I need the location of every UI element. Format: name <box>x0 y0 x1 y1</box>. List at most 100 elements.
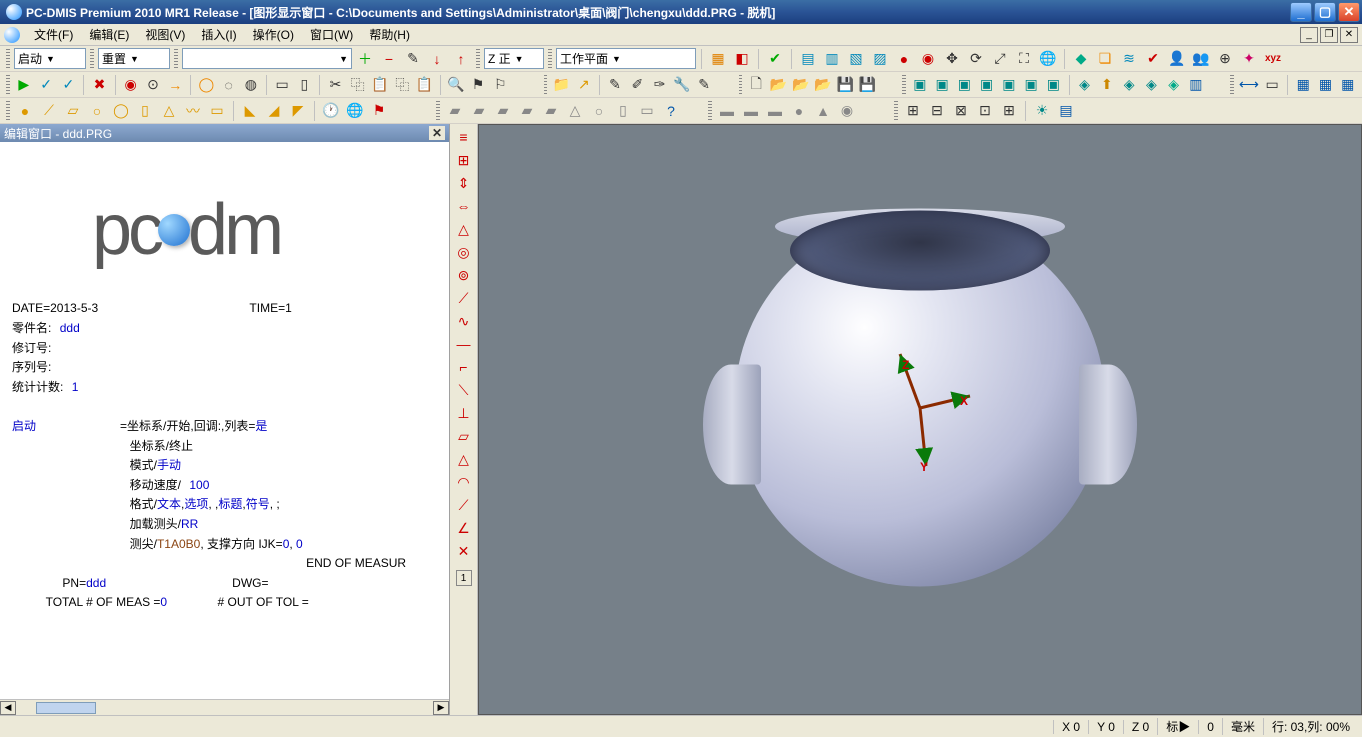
ok2-icon[interactable]: ✓ <box>58 74 78 96</box>
iso2-icon[interactable]: ◈ <box>1119 74 1139 96</box>
box6-icon[interactable]: ▣ <box>1021 74 1041 96</box>
gray-box2-icon[interactable]: ▬ <box>740 100 762 122</box>
feat-cone-icon[interactable]: △ <box>158 100 180 122</box>
view3-icon[interactable]: ▨ <box>869 48 891 70</box>
geom-box-icon[interactable]: ▭ <box>636 100 658 122</box>
view1-icon[interactable]: ▥ <box>821 48 843 70</box>
vtool-arc[interactable]: ◠ <box>453 471 475 493</box>
vtool-perp[interactable]: ⊥ <box>453 402 475 424</box>
check2-icon[interactable]: ✔ <box>1142 48 1164 70</box>
edit-body[interactable]: pcdmDATE=2013-5-3 TIME=1 零件名: ddd 修订号: 序… <box>0 142 449 699</box>
box4-icon[interactable]: ▣ <box>976 74 996 96</box>
clock-icon[interactable]: 🕐 <box>320 100 342 122</box>
geom1-icon[interactable]: ▰ <box>444 100 466 122</box>
aln1-icon[interactable]: ⊞ <box>902 100 924 122</box>
play-icon[interactable]: ▶ <box>14 74 34 96</box>
box5-icon[interactable]: ▣ <box>999 74 1019 96</box>
mdi-close[interactable]: ✕ <box>1340 27 1358 43</box>
aln4-icon[interactable]: ⊡ <box>974 100 996 122</box>
record-icon[interactable]: ◉ <box>917 48 939 70</box>
menu-insert[interactable]: 插入(I) <box>193 24 244 45</box>
open2-icon[interactable]: 📂 <box>791 74 811 96</box>
vtool-line2[interactable]: ∿ <box>453 310 475 332</box>
measure-icon[interactable]: ✦ <box>1238 48 1260 70</box>
feat-sphere-icon[interactable]: ◯ <box>110 100 132 122</box>
globe-icon[interactable]: 🌐 <box>1037 48 1059 70</box>
plus-icon[interactable]: ＋ <box>354 48 376 70</box>
dim-icon[interactable]: ⟷ <box>1238 74 1260 96</box>
copy2-icon[interactable]: ⿻ <box>392 74 412 96</box>
feat-line-icon[interactable]: ⟋ <box>38 100 60 122</box>
iso1-icon[interactable]: ◈ <box>1074 74 1094 96</box>
geom-circle-icon[interactable]: ○ <box>588 100 610 122</box>
grip[interactable] <box>6 49 10 69</box>
tool4-icon[interactable]: 🔧 <box>672 74 692 96</box>
box2-icon[interactable]: ▣ <box>932 74 952 96</box>
menu-edit[interactable]: 编辑(E) <box>81 24 137 45</box>
swatch-icon[interactable]: ◧ <box>731 48 753 70</box>
menu-help[interactable]: 帮助(H) <box>361 24 418 45</box>
tool3-icon[interactable]: ✑ <box>649 74 669 96</box>
find-icon[interactable]: 🔍 <box>446 74 466 96</box>
vtool-1[interactable]: ≡ <box>453 126 475 148</box>
rect-icon[interactable]: ▭ <box>1262 74 1282 96</box>
grid-icon[interactable]: ▤ <box>797 48 819 70</box>
win3-icon[interactable]: ▦ <box>1338 74 1358 96</box>
vtool-diag[interactable]: ⟍ <box>453 379 475 401</box>
note-icon[interactable]: ▭ <box>272 74 292 96</box>
maximize-button[interactable]: ▢ <box>1314 2 1336 22</box>
geom2-icon[interactable]: ▰ <box>468 100 490 122</box>
combo-z[interactable]: Z 正▼ <box>484 48 544 69</box>
vtool-target[interactable]: ◎ <box>453 241 475 263</box>
folder-icon[interactable]: 📁 <box>551 74 571 96</box>
vtool-leftright[interactable]: ⇔ <box>453 195 475 217</box>
iso4-icon[interactable]: ◈ <box>1164 74 1184 96</box>
pencil-icon[interactable]: ✎ <box>402 48 424 70</box>
vtool-rect[interactable]: ▱ <box>453 425 475 447</box>
note2-icon[interactable]: ▯ <box>294 74 314 96</box>
geom-cone-icon[interactable]: △ <box>564 100 586 122</box>
graphics-viewport[interactable]: X Y Z <box>478 124 1362 715</box>
paste-icon[interactable]: 📋 <box>370 74 390 96</box>
geom4-icon[interactable]: ▰ <box>516 100 538 122</box>
vtool-angle2[interactable]: ∠ <box>453 517 475 539</box>
vtool-tri[interactable]: △ <box>453 218 475 240</box>
feat-slot-icon[interactable]: ▭ <box>206 100 228 122</box>
aln2-icon[interactable]: ⊟ <box>926 100 948 122</box>
cancel-icon[interactable]: ✖ <box>89 74 109 96</box>
target-icon[interactable]: ⊕ <box>1214 48 1236 70</box>
bars-icon[interactable]: ▥ <box>1186 74 1206 96</box>
globe2-icon[interactable]: 🌐 <box>344 100 366 122</box>
vtool-minus[interactable]: — <box>453 333 475 355</box>
check-icon[interactable]: ✔ <box>764 48 786 70</box>
bookmark3-icon[interactable]: ⚑ <box>368 100 390 122</box>
vtool-angle[interactable]: ⌐ <box>453 356 475 378</box>
zoom-icon[interactable]: ⤢ <box>989 48 1011 70</box>
ring-icon[interactable]: ◌ <box>219 74 239 96</box>
record2-icon[interactable]: ◉ <box>121 74 141 96</box>
save-icon[interactable]: 💾 <box>835 74 855 96</box>
feat-circle-icon[interactable]: ○ <box>86 100 108 122</box>
save2-icon[interactable]: 💾 <box>857 74 877 96</box>
gray-cone2-icon[interactable]: ▲ <box>812 100 834 122</box>
arrow-right-icon[interactable]: → <box>165 74 185 96</box>
bookmark2-icon[interactable]: ⚐ <box>490 74 510 96</box>
gray-q-icon[interactable]: ◉ <box>836 100 858 122</box>
rotate-icon[interactable]: ⟳ <box>965 48 987 70</box>
nav1-icon[interactable]: ✥ <box>941 48 963 70</box>
layout-icon[interactable]: ▦ <box>707 48 729 70</box>
sheet-icon[interactable]: ▤ <box>1055 100 1077 122</box>
editor-h-scrollbar[interactable]: ◀▶ <box>0 699 449 715</box>
menu-view[interactable]: 视图(V) <box>137 24 193 45</box>
combo-reset[interactable]: 重置▼ <box>98 48 170 69</box>
box3-icon[interactable]: ▣ <box>954 74 974 96</box>
tool5-icon[interactable]: ✎ <box>694 74 714 96</box>
vtool-cone[interactable]: △ <box>453 448 475 470</box>
view2-icon[interactable]: ▧ <box>845 48 867 70</box>
fit-icon[interactable]: ⛶ <box>1013 48 1035 70</box>
menu-window[interactable]: 窗口(W) <box>302 24 361 45</box>
target2-icon[interactable]: ⊙ <box>143 74 163 96</box>
new-icon[interactable]: 🗋 <box>746 74 766 96</box>
combo-start[interactable]: 启动▼ <box>14 48 86 69</box>
open3-icon[interactable]: 📂 <box>813 74 833 96</box>
